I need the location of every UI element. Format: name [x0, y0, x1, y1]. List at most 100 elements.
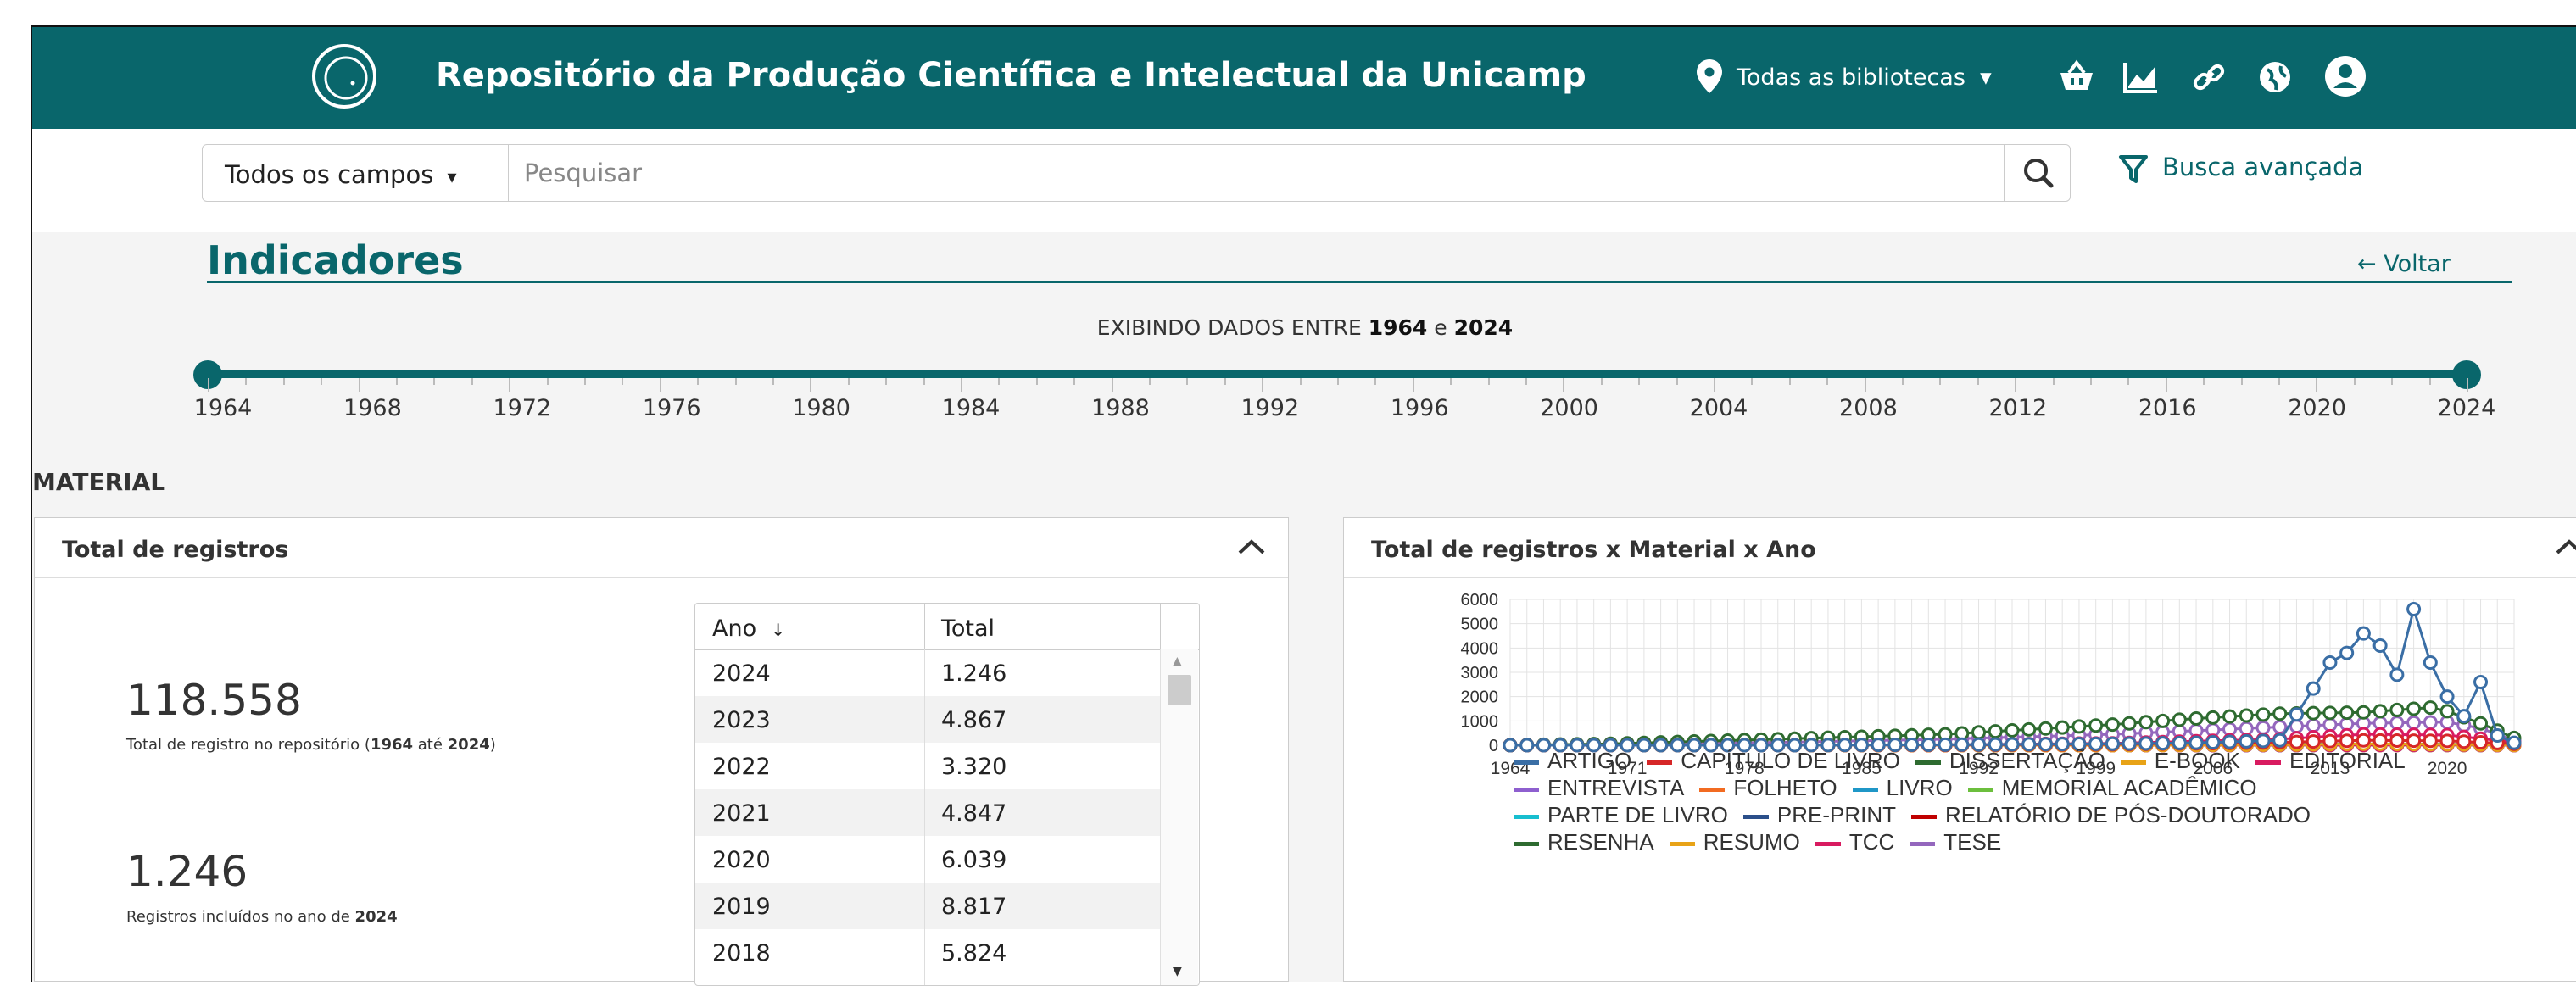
- table-row[interactable]: 20185.824: [695, 929, 1160, 976]
- advanced-search-link[interactable]: Busca avançada: [2162, 153, 2363, 181]
- unicamp-logo-icon[interactable]: [310, 42, 378, 110]
- slider-tick: [1525, 378, 1527, 385]
- slider-tick-label: 2000: [1540, 395, 1598, 421]
- cell-ano: 2019: [712, 894, 771, 920]
- legend-item[interactable]: TCC: [1815, 828, 1894, 855]
- slider-tick: [433, 378, 435, 385]
- total-records-value: 118.558: [126, 676, 302, 725]
- sort-arrow-icon: ↓: [771, 620, 785, 640]
- chevron-up-icon[interactable]: [1237, 538, 1266, 555]
- arrow-left-icon: ←: [2357, 251, 2384, 277]
- legend-label: PRE-PRINT: [1777, 802, 1896, 827]
- legend-item[interactable]: FOLHETO: [1699, 774, 1837, 801]
- chart-icon[interactable]: [2122, 58, 2161, 97]
- scroll-down-icon[interactable]: ▼: [1173, 965, 1182, 978]
- user-icon[interactable]: [2323, 54, 2367, 98]
- slider-tick: [283, 378, 285, 385]
- y-tick-label: 1000: [1461, 712, 1499, 731]
- cell-total: 3.320: [941, 754, 1006, 780]
- chart-legend: ARTIGO CAPÍTULO DE LIVRO DISSERTAÇÃO E-BOOK…: [1514, 747, 2446, 855]
- data-point: [2341, 647, 2353, 659]
- data-point: [2475, 737, 2487, 749]
- column-divider: [924, 649, 925, 985]
- legend-item[interactable]: TESE: [1910, 828, 2001, 855]
- legend-item[interactable]: ENTREVISTA: [1514, 774, 1684, 801]
- search-button[interactable]: [2004, 144, 2071, 202]
- slider-tick: [810, 378, 811, 392]
- cell-ano: 2024: [712, 660, 771, 687]
- column-header-ano[interactable]: Ano ↓: [712, 616, 785, 642]
- legend-item[interactable]: PRE-PRINT: [1743, 801, 1896, 828]
- filter-icon[interactable]: [2118, 153, 2149, 187]
- data-point: [1989, 726, 2001, 738]
- search-field-select[interactable]: Todos os campos ▾: [202, 144, 509, 202]
- data-point: [2391, 734, 2403, 746]
- data-point: [2039, 722, 2051, 734]
- legend-swatch: [1699, 788, 1725, 792]
- cell-ano: 2018: [712, 940, 771, 967]
- chevron-down-icon: ▾: [1973, 64, 1992, 91]
- slider-tick-label: 1984: [942, 395, 1001, 421]
- globe-icon[interactable]: [2255, 58, 2294, 97]
- link-icon[interactable]: [2189, 58, 2228, 97]
- legend-item[interactable]: RELATÓRIO DE PÓS-DOUTORADO: [1911, 801, 2311, 828]
- site-title[interactable]: Repositório da Produção Científica e Int…: [436, 56, 1586, 95]
- year-range-slider[interactable]: [207, 370, 2466, 378]
- data-point: [2408, 703, 2420, 715]
- column-header-total[interactable]: Total: [941, 616, 995, 642]
- legend-item[interactable]: E-BOOK: [2121, 747, 2240, 774]
- legend-item[interactable]: LIVRO: [1853, 774, 1953, 801]
- data-point: [2056, 721, 2068, 733]
- legend-item[interactable]: PARTE DE LIVRO: [1514, 801, 1728, 828]
- data-point: [2374, 705, 2386, 717]
- basket-icon[interactable]: [2057, 58, 2096, 97]
- legend-item[interactable]: DISSERTAÇÃO: [1915, 747, 2105, 774]
- slider-tick-label: 1992: [1241, 395, 1299, 421]
- y-tick-label: 6000: [1461, 591, 1499, 610]
- year-records-caption: Registros incluídos no ano de 2024: [126, 908, 398, 926]
- slider-tick: [1865, 378, 1866, 392]
- legend-item[interactable]: RESENHA: [1514, 828, 1654, 855]
- legend-item[interactable]: MEMORIAL ACADÊMICO: [1968, 774, 2257, 801]
- back-link[interactable]: ← Voltar: [2357, 251, 2451, 277]
- library-select[interactable]: Todas as bibliotecas ▾: [1737, 64, 1992, 91]
- data-point: [2408, 716, 2420, 728]
- table-row[interactable]: 20223.320: [695, 743, 1160, 789]
- back-link-label: Voltar: [2384, 251, 2451, 277]
- data-point: [2324, 707, 2336, 719]
- data-point: [2324, 657, 2336, 669]
- data-point: [2123, 717, 2135, 729]
- data-point: [2073, 721, 2085, 733]
- table-row[interactable]: 20198.817: [695, 883, 1160, 929]
- range-prefix: EXIBINDO DADOS ENTRE: [1097, 315, 1362, 340]
- scroll-up-icon[interactable]: ▲: [1173, 655, 1182, 668]
- table-row[interactable]: 20241.246: [695, 649, 1160, 696]
- slider-tick: [1073, 378, 1075, 385]
- table-row[interactable]: 20234.867: [695, 696, 1160, 743]
- legend-swatch: [1514, 815, 1539, 819]
- y-tick-label: 5000: [1461, 616, 1499, 634]
- data-point: [2274, 708, 2286, 720]
- header-divider: [1160, 604, 1161, 649]
- table-row[interactable]: 20214.847: [695, 789, 1160, 836]
- location-pin-icon[interactable]: [1694, 58, 1725, 95]
- legend-item[interactable]: CAPÍTULO DE LIVRO: [1647, 747, 1900, 774]
- slider-tick: [2467, 378, 2468, 392]
- slider-tick: [1300, 378, 1302, 385]
- legend-swatch: [1915, 760, 1941, 765]
- slider-tick: [584, 378, 586, 385]
- legend-item[interactable]: EDITORIAL: [2255, 747, 2406, 774]
- date-range-text: EXIBINDO DADOS ENTRE 1964 e 2024: [32, 315, 2576, 340]
- data-point: [2408, 735, 2420, 747]
- table-row[interactable]: 20206.039: [695, 836, 1160, 883]
- legend-item[interactable]: ARTIGO: [1514, 747, 1631, 774]
- range-start: 1964: [1369, 315, 1428, 340]
- data-point: [2357, 734, 2369, 746]
- range-separator: e: [1434, 315, 1447, 340]
- legend-item[interactable]: RESUMO: [1670, 828, 1800, 855]
- search-input[interactable]: [509, 144, 2004, 202]
- slider-tick: [1638, 378, 1640, 385]
- scrollbar-thumb[interactable]: [1168, 675, 1191, 705]
- data-point: [2274, 734, 2286, 746]
- table-scrollbar[interactable]: ▲ ▼: [1160, 649, 1198, 985]
